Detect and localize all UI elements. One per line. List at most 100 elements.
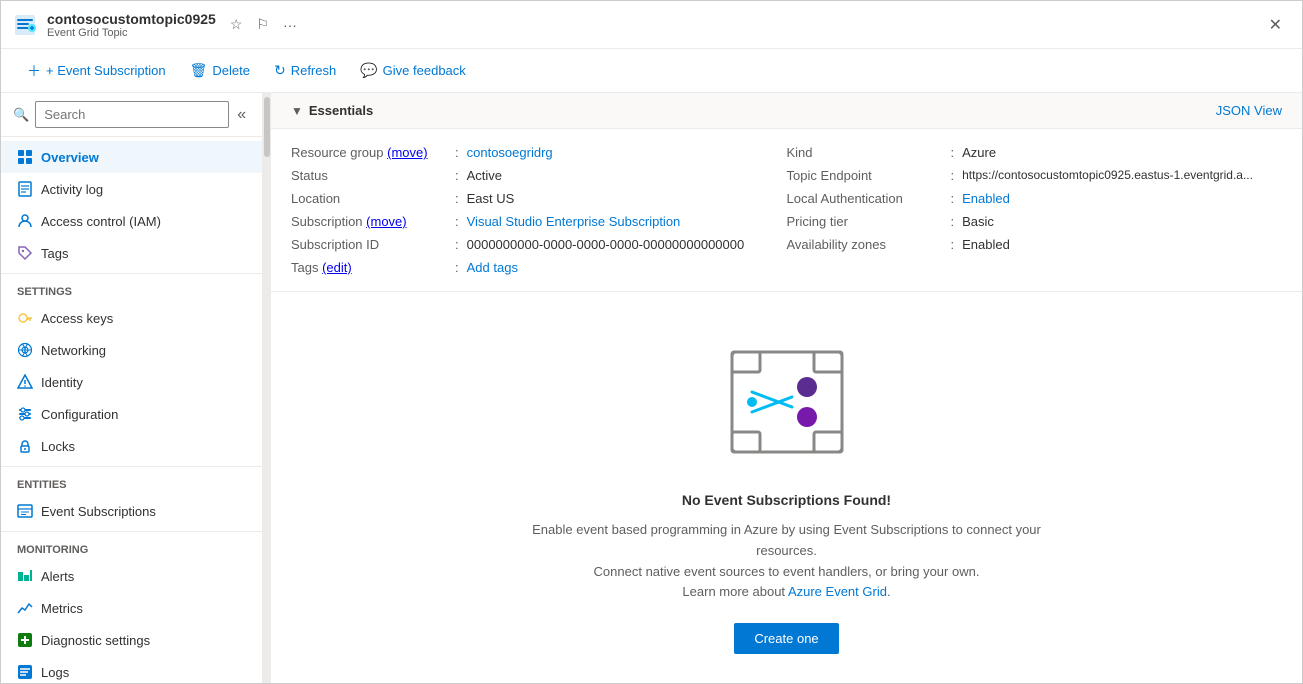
status-value: Active — [467, 168, 502, 183]
sidebar-item-tags[interactable]: Tags — [1, 237, 262, 269]
subscription-value: Visual Studio Enterprise Subscription — [467, 214, 681, 229]
subscription-move-link[interactable]: (move) — [366, 214, 406, 229]
settings-section-title: Settings — [1, 273, 262, 302]
title-bar: contosocustomtopic0925 Event Grid Topic … — [1, 1, 1302, 49]
sidebar-item-alerts[interactable]: Alerts — [1, 560, 262, 592]
local-auth-link[interactable]: Enabled — [962, 191, 1010, 206]
pricing-tier-value: Basic — [962, 214, 994, 229]
resource-icon — [13, 13, 37, 37]
monitoring-section-title: Monitoring — [1, 531, 262, 560]
azure-event-grid-link[interactable]: Azure Event Grid — [788, 584, 887, 599]
pin-outline-btn[interactable]: ☆ — [226, 14, 247, 35]
sidebar-item-configuration-label: Configuration — [41, 407, 118, 422]
essentials-tags-row: Tags (edit) : Add tags — [291, 260, 787, 275]
essentials-header: ▼ Essentials JSON View — [271, 93, 1302, 129]
sidebar-item-logs-label: Logs — [41, 665, 69, 680]
more-btn[interactable]: ··· — [279, 15, 301, 35]
location-value: East US — [467, 191, 515, 206]
empty-state-title: No Event Subscriptions Found! — [682, 492, 891, 508]
sidebar-item-identity-label: Identity — [41, 375, 83, 390]
status-label: Status — [291, 168, 451, 183]
sidebar-item-event-subscriptions[interactable]: Event Subscriptions — [1, 495, 262, 527]
sidebar-item-metrics[interactable]: Metrics — [1, 592, 262, 624]
tags-label: Tags (edit) — [291, 260, 451, 275]
access-control-icon — [17, 213, 33, 229]
refresh-button[interactable]: ↻ Refresh — [264, 57, 346, 84]
essentials-local-auth-row: Local Authentication : Enabled — [787, 191, 1283, 206]
sidebar-item-activity-log[interactable]: Activity log — [1, 173, 262, 205]
empty-state-desc-line2: Connect native event sources to event ha… — [594, 564, 980, 579]
add-tags-link[interactable]: Add tags — [467, 260, 518, 275]
essentials-subscription-row: Subscription (move) : Visual Studio Ente… — [291, 214, 787, 229]
subscription-label: Subscription (move) — [291, 214, 451, 229]
resource-group-move-link[interactable]: (move) — [387, 145, 427, 160]
bookmark-btn[interactable]: ⚐ — [252, 14, 273, 35]
resource-name: contosocustomtopic0925 — [47, 11, 216, 27]
alerts-icon — [17, 568, 33, 584]
delete-button[interactable]: 🗑 Delete — [180, 57, 260, 84]
title-actions: ☆ ⚐ ··· — [226, 14, 301, 35]
tags-edit-link[interactable]: (edit) — [322, 260, 352, 275]
subscription-id-label: Subscription ID — [291, 237, 451, 252]
sidebar-item-logs[interactable]: Logs — [1, 656, 262, 683]
refresh-icon: ↻ — [274, 62, 286, 79]
sidebar-item-identity[interactable]: Identity — [1, 366, 262, 398]
logs-icon — [17, 664, 33, 680]
sidebar-item-access-keys[interactable]: Access keys — [1, 302, 262, 334]
essentials-status-row: Status : Active — [291, 168, 787, 183]
resource-group-link[interactable]: contosoegridrg — [467, 145, 553, 160]
activity-log-icon — [17, 181, 33, 197]
sidebar-item-diagnostic-settings-label: Diagnostic settings — [41, 633, 150, 648]
metrics-icon — [17, 600, 33, 616]
empty-state-desc-line1: Enable event based programming in Azure … — [532, 522, 1041, 558]
local-auth-label: Local Authentication — [787, 191, 947, 206]
essentials-resource-group-row: Resource group (move) : contosoegridrg — [291, 145, 787, 160]
essentials-availability-zones-row: Availability zones : Enabled — [787, 237, 1283, 252]
main-window: contosocustomtopic0925 Event Grid Topic … — [0, 0, 1303, 684]
diagnostic-settings-icon — [17, 632, 33, 648]
sidebar-item-locks[interactable]: Locks — [1, 430, 262, 462]
location-label: Location — [291, 191, 451, 206]
event-subscriptions-icon — [17, 503, 33, 519]
sidebar-item-configuration[interactable]: Configuration — [1, 398, 262, 430]
networking-icon — [17, 342, 33, 358]
sidebar-item-diagnostic-settings[interactable]: Diagnostic settings — [1, 624, 262, 656]
sidebar-item-locks-label: Locks — [41, 439, 75, 454]
kind-label: Kind — [787, 145, 947, 160]
local-auth-value: Enabled — [962, 191, 1010, 206]
feedback-icon: 💬 — [360, 62, 377, 79]
essentials-collapse-icon[interactable]: ▼ — [291, 104, 303, 118]
close-button[interactable]: ✕ — [1261, 11, 1290, 39]
sidebar-item-activity-log-label: Activity log — [41, 182, 103, 197]
search-input[interactable] — [35, 101, 229, 128]
sidebar-item-access-keys-label: Access keys — [41, 311, 113, 326]
subscription-link[interactable]: Visual Studio Enterprise Subscription — [467, 214, 681, 229]
sidebar-item-overview-label: Overview — [41, 150, 99, 165]
plus-icon: ＋ — [27, 61, 41, 81]
tags-icon — [17, 245, 33, 261]
feedback-button[interactable]: 💬 Give feedback — [350, 57, 476, 84]
sidebar-item-access-control[interactable]: Access control (IAM) — [1, 205, 262, 237]
sidebar-item-overview[interactable]: Overview — [1, 141, 262, 173]
create-one-button[interactable]: Create one — [734, 623, 838, 654]
sidebar-item-metrics-label: Metrics — [41, 601, 83, 616]
empty-state-description: Enable event based programming in Azure … — [527, 520, 1047, 603]
sidebar-navigation: Overview Activity log Access control (IA… — [1, 137, 262, 683]
essentials-title-group: ▼ Essentials — [291, 103, 373, 118]
configuration-icon — [17, 406, 33, 422]
title-text: contosocustomtopic0925 Event Grid Topic — [47, 11, 216, 39]
event-subscription-button[interactable]: ＋ + Event Subscription — [17, 56, 176, 86]
sidebar-item-tags-label: Tags — [41, 246, 68, 261]
json-view-link[interactable]: JSON View — [1216, 103, 1282, 118]
essentials-location-row: Location : East US — [291, 191, 787, 206]
sidebar-scrollbar[interactable] — [263, 93, 271, 683]
essentials-subscription-id-row: Subscription ID : 0000000000-0000-0000-0… — [291, 237, 787, 252]
identity-icon — [17, 374, 33, 390]
empty-state: No Event Subscriptions Found! Enable eve… — [271, 292, 1302, 683]
sidebar-collapse-button[interactable]: « — [233, 102, 250, 128]
overview-icon — [17, 149, 33, 165]
sidebar-scroll-thumb — [264, 97, 270, 157]
resource-group-value: contosoegridrg — [467, 145, 553, 160]
search-icon: 🔍 — [13, 107, 29, 123]
sidebar-item-networking[interactable]: Networking — [1, 334, 262, 366]
